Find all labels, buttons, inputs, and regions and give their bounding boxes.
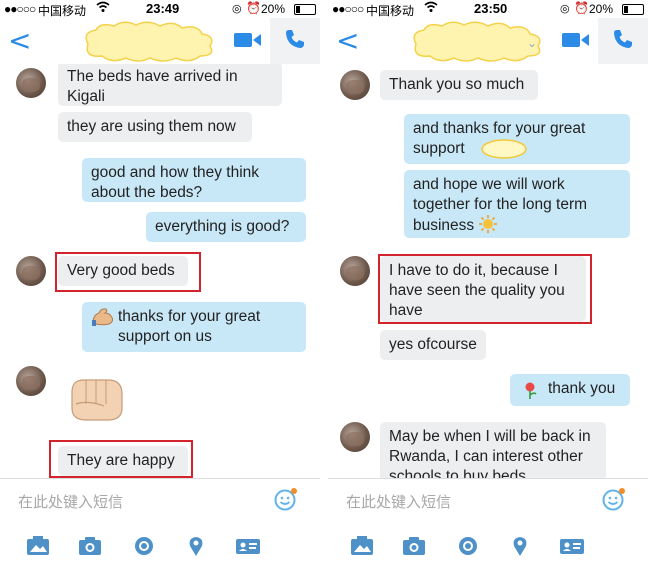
emoji-icon[interactable] bbox=[274, 487, 298, 511]
chat-header: < ⌄ bbox=[328, 18, 648, 64]
highlight-box bbox=[49, 440, 193, 478]
message-list[interactable]: The beds have arrived in Kigali they are… bbox=[0, 64, 320, 478]
message-incoming[interactable]: Thank you so much bbox=[380, 70, 538, 100]
phone-icon[interactable] bbox=[612, 28, 634, 50]
battery-icon bbox=[622, 4, 644, 15]
redacted-contact-name bbox=[413, 21, 541, 62]
message-outgoing[interactable]: good and how they think about the beds? bbox=[82, 158, 306, 202]
video-call-icon[interactable] bbox=[562, 32, 590, 48]
panel-divider bbox=[320, 0, 328, 586]
alarm-icon: ⏰ bbox=[246, 1, 261, 15]
sun-icon bbox=[478, 215, 497, 233]
message-outgoing[interactable]: and hope we will work together for the l… bbox=[404, 170, 630, 238]
message-incoming[interactable]: The beds have arrived in Kigali bbox=[58, 64, 282, 106]
back-button[interactable]: < bbox=[8, 24, 31, 57]
left-chat-screen: ●●○○○ 中国移动 23:49 ◎ ⏰ 20% < The beds have… bbox=[0, 0, 320, 586]
contact-avatar[interactable] bbox=[16, 68, 46, 98]
signal-icon: ●●○○○ bbox=[4, 2, 36, 16]
wifi-icon bbox=[96, 1, 110, 12]
message-list[interactable]: Thank you so much and thanks for your gr… bbox=[328, 64, 648, 478]
image-icon[interactable] bbox=[26, 536, 50, 556]
camera-icon[interactable] bbox=[78, 536, 102, 556]
orientation-lock-icon: ◎ bbox=[560, 3, 570, 15]
emoji-icon[interactable] bbox=[602, 487, 626, 511]
compose-bar: 在此处键入短信 bbox=[0, 478, 320, 523]
message-text: and hope we will work together for the l… bbox=[413, 176, 588, 234]
contact-avatar[interactable] bbox=[16, 366, 46, 396]
status-bar: ●●○○○ 中国移动 23:49 ◎ ⏰ 20% bbox=[0, 0, 320, 18]
right-chat-screen: ●●○○○ 中国移动 23:50 ◎ ⏰ 20% < ⌄ Thank you s… bbox=[328, 0, 648, 586]
clock: 23:49 bbox=[146, 1, 180, 16]
alarm-icon: ⏰ bbox=[574, 1, 589, 15]
carrier-name: 中国移动 bbox=[366, 4, 415, 18]
highlight-box bbox=[55, 252, 201, 292]
back-button[interactable]: < bbox=[336, 24, 359, 57]
compose-bar: 在此处键入短信 bbox=[328, 478, 648, 523]
battery-percent: 20% bbox=[589, 2, 614, 16]
highlight-box bbox=[378, 254, 592, 324]
video-call-icon[interactable] bbox=[234, 32, 262, 48]
location-icon[interactable] bbox=[508, 536, 532, 556]
signal-icon: ●●○○○ bbox=[332, 2, 364, 16]
message-input[interactable]: 在此处键入短信 bbox=[18, 491, 123, 512]
camera-icon[interactable] bbox=[402, 536, 426, 556]
message-input[interactable]: 在此处键入短信 bbox=[346, 491, 451, 512]
battery-icon bbox=[294, 4, 316, 15]
sticker-icon[interactable] bbox=[132, 536, 156, 556]
redacted-contact-name bbox=[85, 21, 213, 62]
status-bar: ●●○○○ 中国移动 23:50 ◎ ⏰ 20% bbox=[328, 0, 648, 18]
message-incoming[interactable]: yes ofcourse bbox=[380, 330, 486, 360]
attachment-toolbar bbox=[328, 526, 648, 566]
phone-icon[interactable] bbox=[284, 28, 306, 50]
contact-avatar[interactable] bbox=[340, 422, 370, 452]
message-text: thank you bbox=[548, 380, 616, 397]
rose-icon bbox=[525, 382, 537, 399]
orientation-lock-icon: ◎ bbox=[232, 3, 242, 15]
contact-card-icon[interactable] bbox=[236, 536, 260, 556]
sticker-icon[interactable] bbox=[456, 536, 480, 556]
message-outgoing[interactable]: thanks for your great support on us bbox=[82, 302, 306, 352]
flexed-biceps-icon bbox=[92, 308, 114, 326]
contact-card-icon[interactable] bbox=[560, 536, 584, 556]
message-outgoing[interactable]: thank you bbox=[510, 374, 630, 406]
chevron-down-icon[interactable]: ⌄ bbox=[527, 36, 537, 50]
location-icon[interactable] bbox=[184, 536, 208, 556]
chat-header: < bbox=[0, 18, 320, 64]
contact-avatar[interactable] bbox=[340, 256, 370, 286]
clock: 23:50 bbox=[474, 1, 508, 16]
contact-avatar[interactable] bbox=[16, 256, 46, 286]
attachment-toolbar bbox=[0, 526, 320, 566]
message-incoming[interactable]: they are using them now bbox=[58, 112, 252, 142]
carrier-name: 中国移动 bbox=[38, 4, 87, 18]
contact-avatar[interactable] bbox=[340, 70, 370, 100]
message-text: thanks for your great support on us bbox=[118, 308, 261, 345]
message-incoming[interactable]: May be when I will be back in Rwanda, I … bbox=[380, 422, 606, 478]
fist-emoji-icon[interactable] bbox=[68, 374, 126, 424]
image-icon[interactable] bbox=[350, 536, 374, 556]
battery-percent: 20% bbox=[261, 2, 286, 16]
message-outgoing[interactable]: and thanks for your great support bbox=[404, 114, 630, 164]
wifi-icon bbox=[424, 1, 438, 12]
cloud-emoji-icon bbox=[481, 139, 527, 159]
message-outgoing[interactable]: everything is good? bbox=[146, 212, 306, 242]
